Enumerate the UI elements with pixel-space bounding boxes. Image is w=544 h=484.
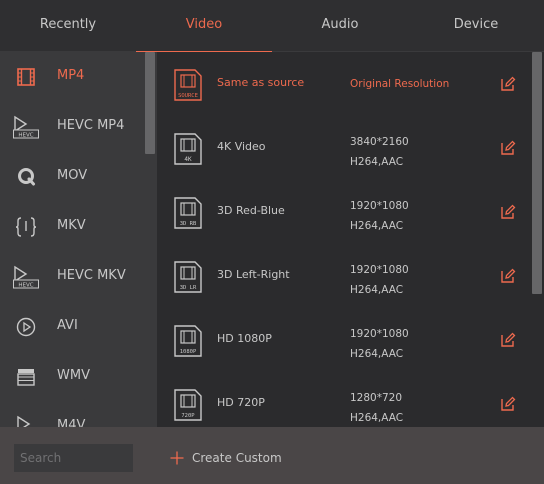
codec-value: H264,AAC — [350, 412, 404, 424]
create-custom-button[interactable]: Create Custom — [170, 444, 282, 472]
svg-text:HEVC: HEVC — [18, 283, 33, 289]
format-sidebar: MP4 HEVC HEVC MP4 MOV MKV HEVC HEVC MKV — [0, 52, 157, 427]
preset-name: HD 1080P — [217, 332, 272, 345]
create-custom-label: Create Custom — [192, 451, 282, 465]
preset-row-same-as-source[interactable]: SOURCE Same as source Original Resolutio… — [157, 52, 530, 116]
svg-text:4K: 4K — [184, 156, 192, 163]
quicktime-icon — [18, 168, 35, 186]
preset-row-hd-1080p[interactable]: 1080P HD 1080P 1920*1080 H264,AAC — [157, 308, 530, 372]
sidebar-item-label: AVI — [57, 318, 78, 333]
resolution-value: 3840*2160 — [350, 136, 409, 148]
preset-row-4k-video[interactable]: 4K 4K Video 3840*2160 H264,AAC — [157, 116, 530, 180]
preset-resolution: 1280*720 H264,AAC — [350, 388, 403, 427]
resolution-value: 1920*1080 — [350, 328, 409, 340]
sidebar-item-mkv[interactable]: MKV — [0, 202, 145, 252]
codec-value: H264,AAC — [350, 220, 404, 232]
video-file-icon: 3D LR — [174, 261, 202, 293]
preset-name: 4K Video — [217, 140, 266, 153]
hevc-icon: HEVC — [13, 115, 39, 139]
preset-name: 3D Left-Right — [217, 268, 290, 281]
video-file-icon: 1080P — [174, 325, 202, 357]
video-file-icon: 3D RB — [174, 197, 202, 229]
svg-text:1080P: 1080P — [180, 349, 197, 355]
codec-value: H264,AAC — [350, 348, 404, 360]
preset-resolution: 1920*1080 H264,AAC — [350, 196, 409, 236]
video-file-icon: 4K — [174, 133, 202, 165]
hevc-icon: HEVC — [13, 265, 39, 289]
sidebar-item-m4v[interactable]: M4V — [0, 402, 145, 427]
svg-text:3D RB: 3D RB — [180, 221, 197, 227]
preset-row-hd-720p[interactable]: 720P HD 720P 1280*720 H264,AAC — [157, 372, 530, 427]
sidebar-item-hevc-mp4[interactable]: HEVC HEVC MP4 — [0, 102, 145, 152]
preset-resolution: 1920*1080 H264,AAC — [350, 324, 409, 364]
format-tabs: Recently Video Audio Device — [0, 0, 544, 53]
sidebar-item-mp4[interactable]: MP4 — [0, 52, 145, 102]
codec-value: H264,AAC — [350, 156, 404, 168]
sidebar-item-label: HEVC MP4 — [57, 118, 125, 133]
preset-list: SOURCE Same as source Original Resolutio… — [157, 52, 530, 427]
mkv-icon — [15, 217, 37, 237]
film-icon — [17, 68, 35, 86]
play-circle-icon — [16, 317, 36, 337]
tab-recently[interactable]: Recently — [0, 0, 136, 52]
resolution-value: 1920*1080 — [350, 264, 409, 276]
sidebar-item-mov[interactable]: MOV — [0, 152, 145, 202]
edit-icon[interactable] — [500, 204, 516, 220]
svg-text:720P: 720P — [181, 413, 195, 419]
tab-audio[interactable]: Audio — [272, 0, 408, 52]
preset-resolution: Original Resolution — [350, 78, 450, 90]
plus-icon — [170, 451, 184, 465]
resolution-value: 1920*1080 — [350, 200, 409, 212]
svg-text:SOURCE: SOURCE — [178, 93, 198, 99]
sidebar-item-label: MOV — [57, 168, 88, 183]
sidebar-item-wmv[interactable]: WMV — [0, 352, 145, 402]
edit-icon[interactable] — [500, 140, 516, 156]
sidebar-item-avi[interactable]: AVI — [0, 302, 145, 352]
preset-resolution: 3840*2160 H264,AAC — [350, 132, 409, 172]
footer-bar: Create Custom — [0, 427, 544, 484]
edit-icon[interactable] — [500, 76, 516, 92]
resolution-value: 1280*720 — [350, 392, 403, 404]
video-file-icon: 720P — [174, 389, 202, 421]
codec-value: H264,AAC — [350, 284, 404, 296]
tab-video[interactable]: Video — [136, 0, 272, 53]
sidebar-item-label: HEVC MKV — [57, 268, 126, 283]
edit-icon[interactable] — [500, 396, 516, 412]
svg-text:3D LR: 3D LR — [180, 285, 197, 291]
sidebar-item-hevc-mkv[interactable]: HEVC HEVC MKV — [0, 252, 145, 302]
edit-icon[interactable] — [500, 332, 516, 348]
sidebar-item-label: M4V — [57, 418, 86, 427]
sidebar-item-label: MP4 — [57, 68, 85, 83]
preset-name: HD 720P — [217, 396, 265, 409]
preset-list-scrollbar[interactable] — [532, 52, 542, 294]
source-file-icon: SOURCE — [174, 69, 202, 101]
clapperboard-icon — [17, 369, 35, 386]
sidebar-item-label: MKV — [57, 218, 86, 233]
sidebar-item-label: WMV — [57, 368, 90, 383]
svg-text:HEVC: HEVC — [18, 133, 33, 139]
preset-name: Same as source — [217, 76, 305, 89]
preset-resolution: 1920*1080 H264,AAC — [350, 260, 409, 300]
sidebar-scrollbar[interactable] — [145, 52, 155, 154]
edit-icon[interactable] — [500, 268, 516, 284]
tab-device[interactable]: Device — [408, 0, 544, 52]
preset-row-3d-left-right[interactable]: 3D LR 3D Left-Right 1920*1080 H264,AAC — [157, 244, 530, 308]
search-input[interactable] — [14, 444, 133, 472]
preset-row-3d-red-blue[interactable]: 3D RB 3D Red-Blue 1920*1080 H264,AAC — [157, 180, 530, 244]
play-icon — [17, 415, 31, 427]
preset-name: 3D Red-Blue — [217, 204, 285, 217]
